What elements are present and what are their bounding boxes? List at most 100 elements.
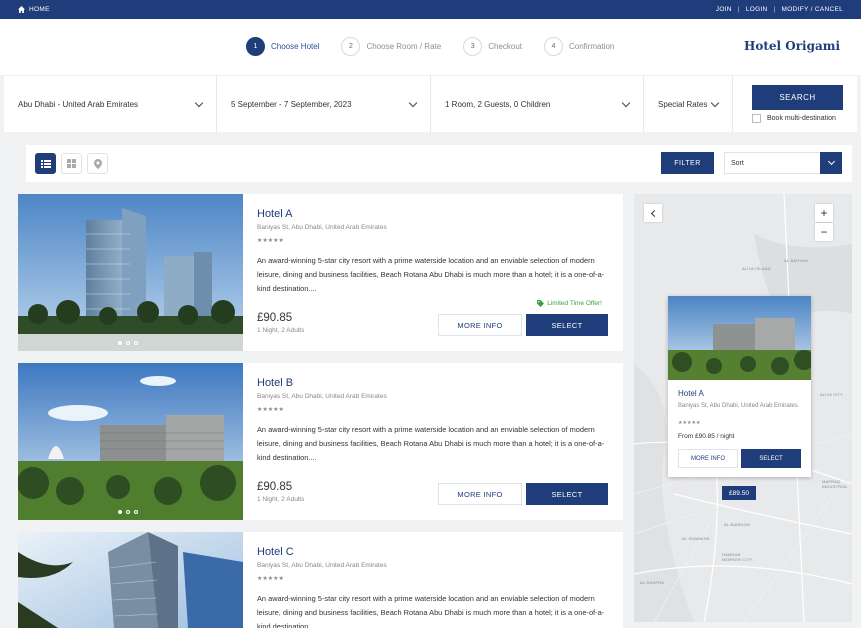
map-label: AL BAHDION — [724, 522, 751, 527]
step-choose-hotel[interactable]: 1 Choose Hotel — [246, 37, 319, 56]
booking-header: 1 Choose Hotel 2 Choose Room / Rate 3 Ch… — [0, 19, 861, 75]
search-button[interactable]: SEARCH — [752, 85, 843, 110]
separator: | — [737, 6, 740, 13]
step-label: Checkout — [488, 42, 522, 51]
tag-icon — [537, 300, 545, 307]
home-icon — [18, 6, 25, 13]
popup-hotel-address: Baniyas St, Abu Dhabi, United Arab Emira… — [678, 403, 798, 409]
search-bar: Abu Dhabi - United Arab Emirates 5 Septe… — [4, 76, 857, 132]
guests-select[interactable]: 1 Room, 2 Guests, 0 Children — [431, 76, 644, 132]
login-link[interactable]: LOGIN — [746, 6, 768, 13]
step-confirmation[interactable]: 4 Confirmation — [543, 37, 615, 56]
select-button[interactable]: SELECT — [526, 483, 608, 505]
hotel-photo[interactable] — [18, 194, 243, 351]
separator: | — [773, 6, 776, 13]
step-number: 1 — [246, 37, 265, 56]
popup-select-button[interactable]: SELECT — [741, 449, 801, 468]
hotel-a-image — [18, 194, 243, 351]
popup-more-info-button[interactable]: MORE INFO — [678, 449, 738, 468]
grid-view-button[interactable] — [61, 153, 82, 174]
chevron-down-icon — [408, 98, 418, 107]
sort-dropdown-button[interactable] — [820, 152, 842, 174]
chevron-down-icon — [621, 98, 631, 107]
map-hotel-popup: Hotel A Baniyas St, Abu Dhabi, United Ar… — [668, 296, 811, 477]
popup-star-rating: ★★★★★ — [678, 420, 701, 426]
home-link[interactable]: HOME — [18, 6, 50, 13]
popup-hotel-image — [668, 296, 811, 380]
zoom-in-button[interactable]: + — [815, 204, 833, 222]
hotel-card: Hotel A Baniyas St, Abu Dhabi, United Ar… — [18, 194, 623, 351]
chevron-down-icon — [194, 98, 204, 107]
hotel-name[interactable]: Hotel A — [257, 208, 292, 220]
hotel-description: An award-winning 5-star city resort with… — [257, 594, 605, 628]
home-label: HOME — [29, 6, 50, 13]
map-label: AL DHAFRA — [640, 580, 665, 585]
list-icon — [40, 159, 51, 168]
map-pin-icon — [93, 158, 102, 169]
map-label: HAMDAN WORKER CITY — [722, 552, 753, 562]
more-info-button[interactable]: MORE INFO — [438, 483, 522, 505]
hotel-address: Baniyas St, Abu Dhabi, United Arab Emira… — [257, 393, 387, 400]
step-number: 2 — [341, 37, 361, 56]
rates-select[interactable]: Special Rates — [644, 76, 733, 132]
more-info-button[interactable]: MORE INFO — [438, 314, 522, 336]
results-map[interactable]: ALIYA ISLAND AL BAHYAH ALIYA CITY MAFRAQ… — [634, 194, 852, 622]
sort-value: Sort — [731, 159, 744, 167]
map-view-button[interactable] — [87, 153, 108, 174]
minus-icon: − — [820, 225, 828, 239]
offer-text: Limited Time Offer! — [547, 300, 602, 307]
map-label: AL SHAMKHA — [682, 536, 710, 541]
hotel-c-image — [18, 532, 243, 628]
step-label: Choose Hotel — [271, 42, 320, 51]
step-choose-room[interactable]: 2 Choose Room / Rate — [341, 37, 441, 56]
map-price-marker[interactable]: £89.50 — [722, 486, 756, 500]
step-number: 4 — [543, 37, 563, 56]
sort-select[interactable]: Sort — [724, 152, 842, 174]
hotel-card: Hotel C Baniyas St, Abu Dhabi, United Ar… — [18, 532, 623, 628]
plus-icon: + — [820, 206, 828, 220]
list-view-button[interactable] — [35, 153, 56, 174]
grid-icon — [67, 159, 76, 168]
dates-value: 5 September - 7 September, 2023 — [231, 99, 352, 109]
hotel-price: £90.85 — [257, 481, 293, 493]
step-checkout[interactable]: 3 Checkout — [463, 37, 522, 56]
results-toolbar: FILTER Sort — [26, 145, 852, 182]
chevron-left-icon — [650, 209, 658, 217]
step-label: Confirmation — [568, 42, 615, 51]
carousel-dots[interactable] — [118, 341, 138, 345]
hotel-name[interactable]: Hotel B — [257, 377, 293, 389]
hotel-name[interactable]: Hotel C — [257, 546, 294, 558]
brand-logo[interactable]: Hotel Origami — [744, 39, 840, 53]
carousel-dots[interactable] — [118, 510, 138, 514]
hotel-photo[interactable] — [18, 363, 243, 520]
multi-destination-checkbox[interactable] — [752, 114, 761, 123]
multi-destination-option[interactable]: Book multi-destination — [752, 114, 836, 123]
hotel-description: An award-winning 5-star city resort with… — [257, 256, 605, 293]
popup-price: From £90.85 / night — [678, 433, 735, 440]
destination-select[interactable]: Abu Dhabi - United Arab Emirates — [4, 76, 217, 132]
stay-details: 1 Night, 2 Adults — [257, 327, 305, 334]
step-label: Choose Room / Rate — [366, 42, 442, 51]
join-link[interactable]: JOIN — [716, 6, 732, 13]
map-label: AL BAHYAH — [784, 258, 808, 263]
select-button[interactable]: SELECT — [526, 314, 608, 336]
booking-steps: 1 Choose Hotel 2 Choose Room / Rate 3 Ch… — [246, 37, 636, 56]
hotel-address: Baniyas St, Abu Dhabi, United Arab Emira… — [257, 562, 387, 569]
star-rating: ★★★★★ — [257, 407, 284, 413]
hotel-photo[interactable] — [18, 532, 243, 628]
filter-button[interactable]: FILTER — [661, 152, 714, 174]
stay-details: 1 Night, 2 Adults — [257, 496, 305, 503]
zoom-out-button[interactable]: − — [815, 223, 833, 241]
chevron-down-icon — [710, 98, 720, 107]
dates-select[interactable]: 5 September - 7 September, 2023 — [217, 76, 431, 132]
rates-value: Special Rates — [658, 99, 708, 109]
hotel-card: Hotel B Baniyas St, Abu Dhabi, United Ar… — [18, 363, 623, 520]
modify-cancel-link[interactable]: MODIFY / CANCEL — [782, 6, 843, 13]
star-rating: ★★★★★ — [257, 576, 284, 582]
popup-hotel-name[interactable]: Hotel A — [678, 389, 704, 398]
map-back-button[interactable] — [644, 204, 662, 222]
destination-value: Abu Dhabi - United Arab Emirates — [18, 99, 139, 109]
hotel-price: £90.85 — [257, 312, 293, 324]
star-rating: ★★★★★ — [257, 238, 284, 244]
map-label: ALIYA CITY — [820, 392, 844, 397]
